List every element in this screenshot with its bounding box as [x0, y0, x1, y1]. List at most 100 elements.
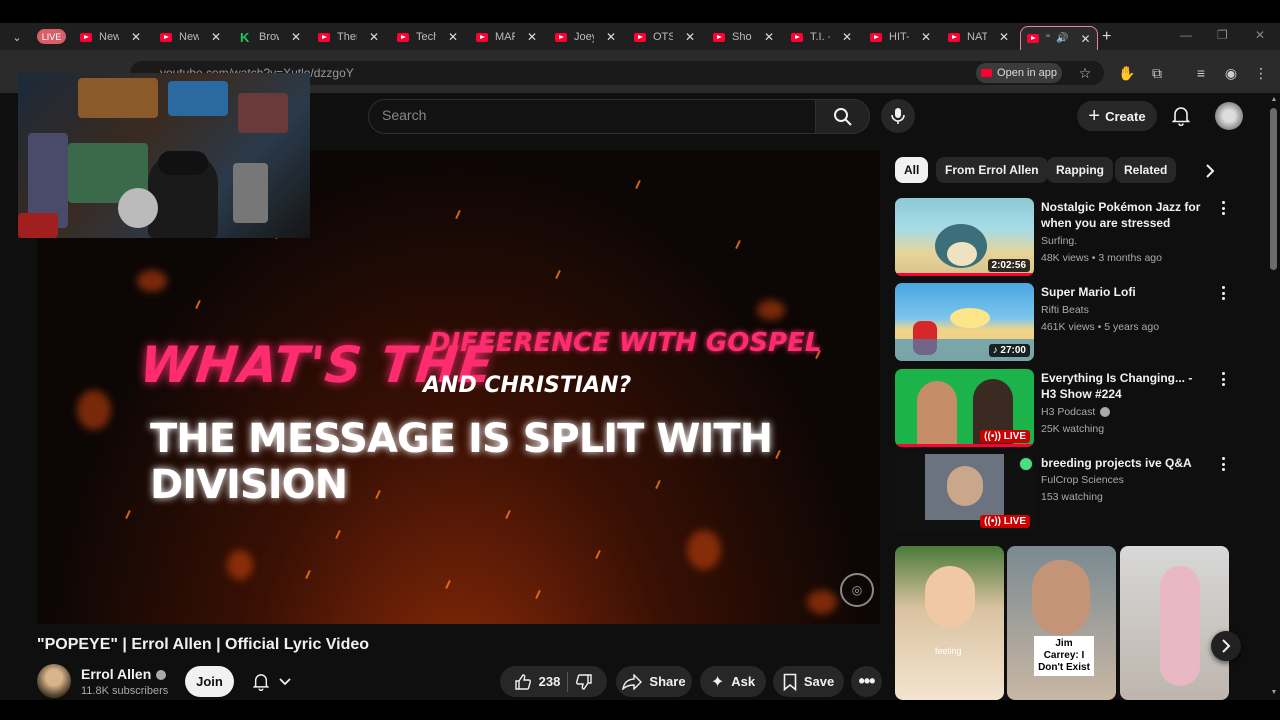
youtube-icon	[634, 32, 646, 42]
tab-12[interactable]: NAT ✕	[948, 27, 1009, 47]
dislike-button[interactable]	[575, 673, 593, 691]
short-thumbnail[interactable]	[1120, 546, 1229, 700]
notifications-button[interactable]	[1169, 104, 1193, 128]
close-tab-icon[interactable]: ✕	[764, 30, 774, 44]
short-thumbnail[interactable]: Jim Carrey: I Don't Exist	[1007, 546, 1116, 700]
video-thumbnail[interactable]: ((•)) LIVE	[895, 454, 1034, 532]
media-control-icon[interactable]: ≡	[1192, 64, 1210, 82]
tab-10[interactable]: T.I. - ✕	[791, 27, 852, 47]
close-tab-icon[interactable]: ✕	[921, 30, 931, 44]
rec-menu-icon[interactable]	[1216, 457, 1230, 471]
channel-avatar[interactable]	[37, 664, 71, 698]
tab-7[interactable]: Joey✕	[555, 27, 616, 47]
scroll-down-icon[interactable]: ▼	[1268, 689, 1280, 699]
rec-menu-icon[interactable]	[1216, 201, 1230, 215]
maximize-icon[interactable]: ❐	[1217, 28, 1228, 42]
profile-icon[interactable]: ◉	[1222, 64, 1240, 82]
chip-rapping[interactable]: Rapping	[1047, 157, 1113, 183]
chip-from-errol-allen[interactable]: From Errol Allen	[936, 157, 1048, 183]
chip-all[interactable]: All	[895, 157, 929, 183]
video-thumbnail[interactable]: ((•)) LIVE	[895, 369, 1034, 447]
close-tab-icon[interactable]: ✕	[527, 30, 537, 44]
duration-badge: 2:02:56	[987, 259, 1030, 272]
close-tab-icon[interactable]: ✕	[999, 30, 1009, 44]
microphone-icon	[891, 108, 905, 124]
more-actions-button[interactable]: •••	[851, 666, 882, 697]
open-in-app-button[interactable]: Open in app	[976, 63, 1062, 83]
close-tab-icon[interactable]: ✕	[685, 30, 695, 44]
minimize-icon[interactable]: —	[1180, 28, 1192, 42]
voice-search-button[interactable]	[881, 99, 915, 133]
bookmark-star-icon[interactable]: ☆	[1076, 64, 1094, 82]
search-button[interactable]	[815, 99, 870, 134]
subscription-notifications-button[interactable]	[243, 666, 301, 697]
rec-title[interactable]: Super Mario Lofi	[1041, 284, 1206, 300]
lyric-line: THE MESSAGE IS SPLIT WITH DIVISION	[150, 416, 773, 508]
tab-1[interactable]: New ✕	[80, 27, 141, 47]
close-tab-icon[interactable]: ✕	[131, 30, 141, 44]
shorts-next-button[interactable]	[1211, 631, 1241, 661]
webcam-overlay	[18, 73, 310, 238]
window-close-icon[interactable]: ✕	[1255, 28, 1265, 42]
video-thumbnail[interactable]: 2:02:56	[895, 198, 1034, 276]
video-title: "POPEYE" | Errol Allen | Official Lyric …	[37, 636, 370, 653]
close-tab-icon[interactable]: ✕	[448, 30, 458, 44]
like-button[interactable]: 238	[514, 673, 560, 691]
tab-8[interactable]: OTS ✕	[634, 27, 695, 47]
tab-11[interactable]: HIT- ✕	[870, 27, 931, 47]
ask-button[interactable]: ✦ Ask	[700, 666, 766, 697]
speaker-icon[interactable]: 🔊	[1056, 33, 1068, 44]
extension-hand-icon[interactable]: ✋	[1118, 64, 1136, 82]
short-thumbnail[interactable]: feeling	[895, 546, 1004, 700]
close-tab-icon[interactable]: ✕	[606, 30, 616, 44]
rec-menu-icon[interactable]	[1216, 372, 1230, 386]
create-button[interactable]: + Create	[1077, 101, 1157, 131]
close-tab-icon[interactable]: ✕	[291, 30, 301, 44]
youtube-icon	[397, 32, 409, 42]
scroll-up-icon[interactable]: ▲	[1268, 96, 1280, 106]
new-tab-button[interactable]: +	[1102, 28, 1111, 46]
chips-next-button[interactable]	[1198, 160, 1222, 182]
tab-6[interactable]: MAF ✕	[476, 27, 537, 47]
live-tab-indicator[interactable]: LIVE	[37, 29, 66, 44]
browser-menu-icon[interactable]: ⋮	[1252, 64, 1270, 82]
person-figure	[1160, 566, 1200, 686]
tab-5[interactable]: Tech✕	[397, 27, 458, 47]
tab-9[interactable]: Shor✕	[713, 27, 774, 47]
scrollbar-thumb[interactable]	[1270, 108, 1277, 270]
close-tab-icon[interactable]: ✕	[1080, 32, 1090, 46]
chip-related[interactable]: Related	[1115, 157, 1177, 183]
tab-3[interactable]: KBrow✕	[240, 27, 301, 47]
channel-avatar[interactable]	[1019, 457, 1033, 471]
rec-channel[interactable]: H3 Podcast	[1041, 406, 1111, 418]
close-tab-icon[interactable]: ✕	[369, 30, 379, 44]
youtube-icon	[713, 32, 725, 42]
channel-watermark-icon[interactable]: ◎	[840, 573, 874, 607]
rec-menu-icon[interactable]	[1216, 286, 1230, 300]
video-thumbnail[interactable]: ♪ 27:00	[895, 283, 1034, 361]
rec-channel[interactable]: Surfing.	[1041, 235, 1077, 247]
tab-4[interactable]: Ther✕	[318, 27, 379, 47]
search-input[interactable]	[368, 99, 817, 134]
rec-title[interactable]: breeding projects ive Q&A	[1041, 455, 1206, 471]
join-button[interactable]: Join	[185, 666, 234, 697]
tab-2[interactable]: New ✕	[160, 27, 221, 47]
tab-search-icon[interactable]: ⌄	[7, 30, 27, 44]
extensions-icon[interactable]: ⧉	[1148, 64, 1166, 82]
save-button[interactable]: Save	[773, 666, 844, 697]
rec-title[interactable]: Everything Is Changing... - H3 Show #224	[1041, 370, 1206, 402]
bell-icon	[1172, 107, 1190, 126]
divider	[567, 671, 569, 692]
youtube-icon	[318, 32, 330, 42]
close-tab-icon[interactable]: ✕	[211, 30, 221, 44]
account-avatar[interactable]	[1215, 102, 1243, 130]
like-dislike-group: 238	[500, 666, 607, 697]
share-button[interactable]: Share	[616, 666, 692, 697]
rec-title[interactable]: Nostalgic Pokémon Jazz for when you are …	[1041, 199, 1206, 231]
tab-active[interactable]: " 🔊 ✕	[1020, 26, 1098, 50]
face-figure	[947, 466, 983, 506]
close-tab-icon[interactable]: ✕	[842, 30, 852, 44]
channel-name[interactable]: Errol Allen	[81, 666, 167, 682]
rec-channel[interactable]: FulCrop Sciences	[1041, 474, 1124, 486]
rec-channel[interactable]: Rifti Beats	[1041, 304, 1089, 316]
